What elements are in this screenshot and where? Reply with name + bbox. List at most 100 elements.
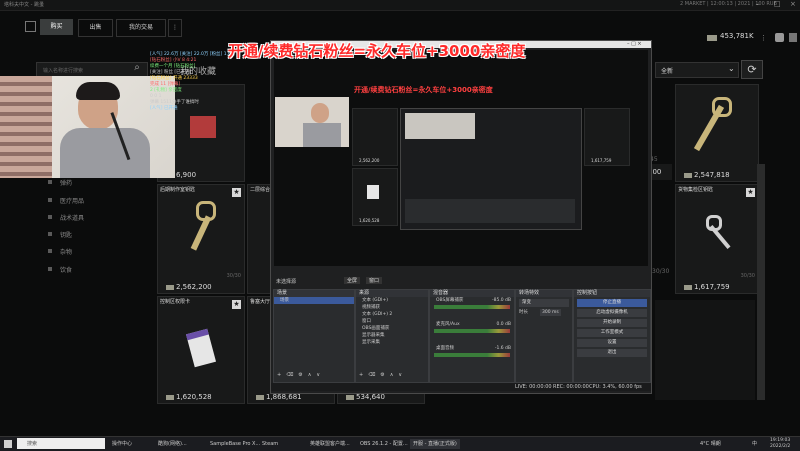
preview-price: 2,562,200 xyxy=(359,158,380,163)
mode-fullscreen[interactable]: 全屏 xyxy=(344,277,361,284)
currency-icon xyxy=(256,395,264,400)
mixer-db: 0.0 dB xyxy=(496,322,511,327)
sources-dock: 来源 文本 (GDI+) 视频捕获 文本 (GDI+) 2 窗口 OBS画面捕获… xyxy=(355,289,429,383)
input-language[interactable]: 中 xyxy=(752,439,757,449)
star-icon[interactable]: ★ xyxy=(746,188,755,197)
preview-face xyxy=(311,103,329,123)
weather-readout[interactable]: 4°C 晴朗 xyxy=(700,439,721,449)
star-icon[interactable]: ★ xyxy=(232,300,241,309)
source-item[interactable]: 窗口 xyxy=(356,318,428,325)
volume-meter[interactable] xyxy=(434,353,510,357)
category-ammo[interactable]: 弹药 xyxy=(47,178,72,187)
mixer-dock: 混音器 OBS屏幕捕获 -85.0 dB 麦克风/Aux 0.0 dB 桌面音频… xyxy=(429,289,515,383)
more-options-icon[interactable]: ⋮ xyxy=(168,19,182,37)
scene-toolbar-icons[interactable]: +⌫⚙∧∨ xyxy=(277,372,325,378)
item-card[interactable]: 控制区权限卡 ★ 1,620,528 xyxy=(157,296,245,404)
source-item[interactable]: 显示采集 xyxy=(356,339,428,346)
player-money: 453,781K xyxy=(720,32,754,40)
stop-streaming-button[interactable]: 停止直播 xyxy=(577,299,647,307)
mixer-channel: OBS屏幕捕获 -85.0 dB xyxy=(430,297,514,304)
taskbar-app[interactable]: 英雄联盟客户端... xyxy=(310,439,350,449)
refresh-button[interactable]: ⟳ xyxy=(741,60,763,79)
nested-docks xyxy=(405,199,575,223)
stock-count: 30/30 xyxy=(226,273,241,279)
sort-select[interactable]: 全新 ⌄ xyxy=(655,62,739,78)
tab-my-offers[interactable]: 我的交易 xyxy=(116,19,166,37)
start-recording-button[interactable]: 开始录制 xyxy=(577,319,647,327)
dock-header: 场景 xyxy=(274,290,354,297)
virtual-camera-button[interactable]: 启动虚拟摄像机 xyxy=(577,309,647,317)
category-medical[interactable]: 医疗用品 xyxy=(47,196,84,205)
volume-meter[interactable] xyxy=(434,329,510,333)
item-price: 1,620,528 xyxy=(176,393,212,401)
profile-icon[interactable] xyxy=(775,33,784,42)
obs-preview[interactable]: 开通/续费钻石粉丝=永久车位+3000亲密度 2,562,200 1,620,5… xyxy=(274,50,648,266)
source-item[interactable]: 视频捕获 xyxy=(356,304,428,311)
category-keys[interactable]: 钥匙 xyxy=(47,230,72,239)
dock-header: 混音器 xyxy=(430,290,514,297)
category-food[interactable]: 饮食 xyxy=(47,265,72,274)
exit-button[interactable]: 退出 xyxy=(577,349,647,357)
windows-start-icon[interactable] xyxy=(4,440,12,448)
transition-select[interactable]: 渐变 xyxy=(519,299,569,307)
taskbar-app[interactable]: 酷狗(网络)... xyxy=(158,439,187,449)
chat-overlay: [人气] 22.6万 [关注] 22.0万 [粉丝] 1.6万 [钻石粉丝] 小… xyxy=(150,52,238,112)
category-misc[interactable]: 杂物 xyxy=(47,247,72,256)
item-price: 6,900 xyxy=(176,171,197,179)
duration-label: 时长 xyxy=(519,310,528,315)
source-item[interactable]: 文本 (GDI+) xyxy=(356,297,428,304)
minimize-icon[interactable]: – xyxy=(756,0,760,8)
controls-dock: 控制按钮 停止直播 启动虚拟摄像机 开始录制 工作室模式 设置 退出 xyxy=(573,289,651,383)
category-tactical[interactable]: 战术道具 xyxy=(47,213,84,222)
taskbar-app[interactable]: SampleBase Pro X... xyxy=(210,439,260,449)
taskbar-app[interactable]: 操作中心 xyxy=(112,439,132,449)
mixer-db: -85.0 dB xyxy=(491,298,511,303)
back-icon[interactable] xyxy=(25,21,36,32)
windows-taskbar: 搜索 操作中心 酷狗(网络)... SampleBase Pro X... St… xyxy=(0,436,800,451)
currency-icon xyxy=(166,285,174,290)
mixer-channel-name: 桌面音频 xyxy=(436,346,454,351)
mode-window[interactable]: 窗口 xyxy=(366,277,383,284)
clock[interactable]: 19:19:03 2022/2/2 xyxy=(770,438,790,450)
more-vertical-icon[interactable]: ⋮ xyxy=(760,34,767,42)
item-card[interactable]: 后期制作室钥匙 ★ 30/30 2,562,200 xyxy=(157,184,245,294)
item-price: 1,868,681 xyxy=(266,393,302,401)
volume-meter[interactable] xyxy=(434,305,510,309)
obs-mode-bar: 未选择源 全屏 窗口 xyxy=(274,277,648,285)
duration-input[interactable]: 300 ms xyxy=(540,309,561,316)
preview-hoodie xyxy=(303,123,341,147)
taskbar-app[interactable]: OBS 26.1.2 - 配置... xyxy=(360,439,408,449)
item-card[interactable]: 2,547,818 xyxy=(675,84,759,182)
item-name: 鲁塞大厅 xyxy=(250,299,271,305)
source-toolbar-icons[interactable]: +⌫⚙∧∨ xyxy=(359,372,407,378)
star-icon[interactable]: ★ xyxy=(232,188,241,197)
settings-button[interactable]: 设置 xyxy=(577,339,647,347)
scrollbar[interactable] xyxy=(757,164,765,400)
item-name: 二层综合 xyxy=(250,187,271,193)
preview-keycard xyxy=(367,185,379,199)
taskbar-app[interactable]: Steam xyxy=(262,439,278,449)
settings-icon[interactable] xyxy=(789,33,797,42)
window-controls-icon[interactable]: – □ × xyxy=(627,41,642,47)
cpu-readout: CPU: 3.4%, 60.00 fps xyxy=(589,384,642,390)
taskbar-app-active[interactable]: 开服 - 直播(正式版) xyxy=(410,439,460,449)
item-card[interactable]: 货物集检区钥匙 ★ 30/30 1,617,759 xyxy=(675,184,759,294)
mixer-channel-name: 麦克风/Aux xyxy=(436,322,460,327)
source-item[interactable]: 文本 (GDI+) 2 xyxy=(356,311,428,318)
item-name: 控制区权限卡 xyxy=(160,299,191,305)
close-icon[interactable]: × xyxy=(790,0,796,8)
maximize-icon[interactable]: □ xyxy=(774,0,781,8)
tab-buy[interactable]: 购买 xyxy=(40,19,73,35)
source-item[interactable]: OBS画面捕获 xyxy=(356,325,428,332)
studio-mode-button[interactable]: 工作室模式 xyxy=(577,329,647,337)
source-item[interactable]: 显示器采集 xyxy=(356,332,428,339)
tab-sell[interactable]: 出售 xyxy=(78,19,113,37)
item-name: 货物集检区钥匙 xyxy=(678,187,714,193)
scene-item[interactable]: 场景 xyxy=(274,297,354,304)
scenes-dock: 场景 场景 +⌫⚙∧∨ xyxy=(273,289,355,383)
window-titlebar: 塔科夫中文 - 跳蚤 2 MARKET | 12:00:13 | 2021 | … xyxy=(0,0,800,11)
taskbar-search[interactable]: 搜索 xyxy=(17,438,105,449)
live-time: LIVE: 00:00:00 xyxy=(515,384,552,390)
gift-box-icon xyxy=(190,116,216,138)
search-icon[interactable]: ⌕ xyxy=(128,62,146,76)
